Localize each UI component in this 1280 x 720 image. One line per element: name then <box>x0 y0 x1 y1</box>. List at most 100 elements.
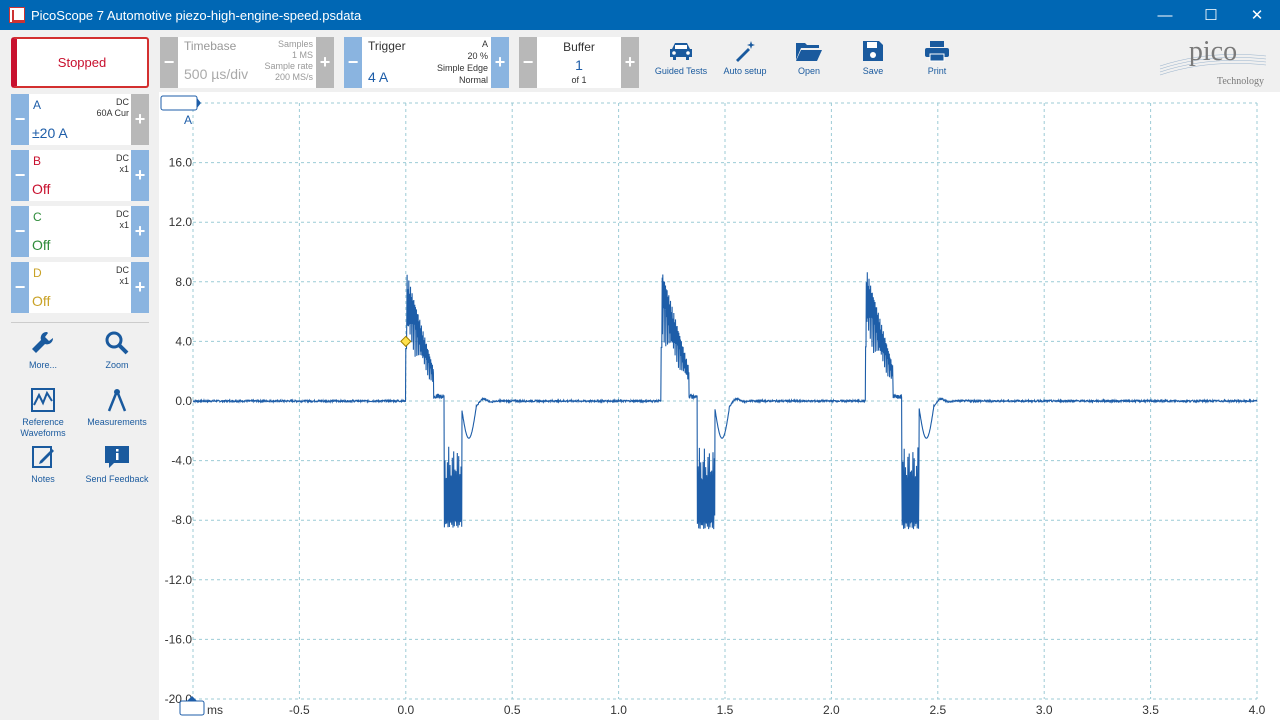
buffer-value[interactable]: 1 <box>537 57 621 73</box>
reference-waveforms-button[interactable]: Reference Waveforms <box>8 385 78 439</box>
channel-d-decrease-button[interactable]: − <box>11 262 29 313</box>
channel-c-coupling: DC <box>116 209 129 219</box>
sample-rate-value[interactable]: 200 MS/s <box>275 72 313 82</box>
timebase-control: − Timebase 500 µs/div Samples 1 MS Sampl… <box>160 37 334 88</box>
pico-logo-graphic: pico Technology <box>1159 36 1267 87</box>
print-button[interactable]: Print <box>907 36 967 76</box>
send-feedback-label: Send Feedback <box>85 474 149 484</box>
channel-a-waveform <box>192 272 1258 530</box>
channel-d-coupling: DC <box>116 265 129 275</box>
save-button[interactable]: Save <box>843 36 903 76</box>
y-tick-label: 16.0 <box>169 156 193 170</box>
sidebar: − A DC 60A Cur ±20 A + − B DC x1 Off + − C… <box>0 92 159 720</box>
channel-c-probe: x1 <box>119 220 129 230</box>
timebase-decrease-button[interactable]: − <box>160 37 178 88</box>
y-tick-label: -16.0 <box>165 632 193 646</box>
channel-b-coupling-probe: DC x1 <box>116 153 129 175</box>
channel-d-name: D <box>33 266 42 280</box>
samples-label: Samples <box>277 39 313 49</box>
channel-b-increase-button[interactable]: + <box>131 150 149 201</box>
run-stop-button[interactable]: Stopped <box>11 37 149 88</box>
trigger-channel: A <box>481 39 488 49</box>
channel-a-control[interactable]: − A DC 60A Cur ±20 A + <box>11 94 149 145</box>
send-feedback-button[interactable]: Send Feedback <box>82 442 152 485</box>
auto-setup-button[interactable]: Auto setup <box>715 36 775 76</box>
samples-value[interactable]: 1 MS <box>292 50 313 60</box>
channel-b-control[interactable]: − B DC x1 Off + <box>11 150 149 201</box>
channel-a-increase-button[interactable]: + <box>131 94 149 145</box>
timebase-value[interactable]: 500 µs/div <box>184 66 248 82</box>
x-tick-label: 1.0 <box>610 703 627 717</box>
x-unit-label: ms <box>207 703 223 717</box>
channel-c-decrease-button[interactable]: − <box>11 206 29 257</box>
open-label: Open <box>797 66 821 76</box>
channel-b-coupling: DC <box>116 153 129 163</box>
buffer-previous-button[interactable]: − <box>519 37 537 88</box>
channel-a-decrease-button[interactable]: − <box>11 94 29 145</box>
channel-a-coupling-probe: DC 60A Cur <box>96 97 129 119</box>
scope-view[interactable]: 20.016.012.08.04.00.0-4.0-8.0-12.0-16.0-… <box>159 92 1280 720</box>
print-label: Print <box>927 66 947 76</box>
channel-c-range[interactable]: Off <box>32 237 50 253</box>
timebase-increase-button[interactable]: + <box>316 37 334 88</box>
trigger-control: − Trigger 4 A A 20 % Simple Edge Normal … <box>344 37 509 88</box>
auto-setup-label: Auto setup <box>723 66 767 76</box>
channel-d-increase-button[interactable]: + <box>131 262 149 313</box>
buffer-next-button[interactable]: + <box>621 37 639 88</box>
guided-tests-button[interactable]: Guided Tests <box>651 36 711 76</box>
trigger-decrease-button[interactable]: − <box>344 37 362 88</box>
channel-a-name: A <box>33 98 42 112</box>
x-tick-label: 0.0 <box>397 703 414 717</box>
y-tick-label: -8.0 <box>171 513 192 527</box>
wrench-icon <box>32 331 54 353</box>
channel-c-name: C <box>33 210 42 224</box>
maximize-button[interactable]: ☐ <box>1188 0 1234 30</box>
trigger-mode[interactable]: Normal <box>459 75 488 85</box>
trigger-marker[interactable] <box>400 335 412 348</box>
minimize-button[interactable]: — <box>1142 0 1188 30</box>
channel-a-range[interactable]: ±20 A <box>32 125 68 141</box>
channel-c-control[interactable]: − C DC x1 Off + <box>11 206 149 257</box>
y-tick-label: -12.0 <box>165 573 193 587</box>
channel-c-increase-button[interactable]: + <box>131 206 149 257</box>
save-label: Save <box>862 66 884 76</box>
technology-logo-text: Technology <box>1217 76 1264 87</box>
channel-d-coupling-probe: DC x1 <box>116 265 129 287</box>
notes-label: Notes <box>31 474 55 484</box>
x-axis-min-handle[interactable] <box>179 700 205 716</box>
channel-b-decrease-button[interactable]: − <box>11 150 29 201</box>
sample-rate-label: Sample rate <box>264 61 313 71</box>
close-button[interactable]: ✕ <box>1234 0 1280 30</box>
pico-logo-text: pico <box>1189 36 1237 67</box>
window-title: PicoScope 7 Automotive piezo-high-engine… <box>31 7 362 23</box>
zoom-tool-button[interactable]: Zoom <box>82 328 152 371</box>
channel-d-range[interactable]: Off <box>32 293 50 309</box>
channel-d-probe: x1 <box>119 276 129 286</box>
zoom-label: Zoom <box>105 360 129 370</box>
trigger-type[interactable]: Simple Edge <box>437 63 488 73</box>
oscilloscope-chart[interactable]: 20.016.012.08.04.00.0-4.0-8.0-12.0-16.0-… <box>159 92 1280 720</box>
pico-technology-logo: pico Technology <box>1158 36 1268 88</box>
trigger-value[interactable]: 4 A <box>368 69 388 85</box>
measurements-button[interactable]: Measurements <box>82 385 152 428</box>
notes-button[interactable]: Notes <box>8 442 78 485</box>
x-tick-label: -0.5 <box>289 703 310 717</box>
save-icon <box>863 41 883 61</box>
channel-d-control[interactable]: − D DC x1 Off + <box>11 262 149 313</box>
more-label: More... <box>28 360 57 370</box>
x-tick-label: 2.5 <box>929 703 946 717</box>
channel-b-range[interactable]: Off <box>32 181 50 197</box>
y-axis-max-handle[interactable] <box>160 95 198 111</box>
more-tools-button[interactable]: More... <box>8 328 78 371</box>
x-tick-label: 4.0 <box>1249 703 1266 717</box>
y-tick-label: 8.0 <box>175 275 192 289</box>
channel-a-probe: 60A Cur <box>96 108 129 118</box>
buffer-count: of 1 <box>571 75 587 85</box>
y-tick-label: 12.0 <box>169 215 193 229</box>
reference-waveforms-icon <box>31 388 55 412</box>
guided-tests-label: Guided Tests <box>654 66 708 76</box>
sidebar-divider <box>11 322 149 323</box>
trigger-increase-button[interactable]: + <box>491 37 509 88</box>
x-tick-label: 3.0 <box>1036 703 1053 717</box>
open-button[interactable]: Open <box>779 36 839 76</box>
